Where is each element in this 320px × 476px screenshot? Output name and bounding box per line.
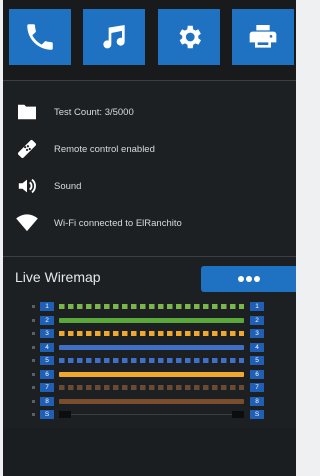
pin-label-left: S <box>40 410 54 419</box>
pair-tick <box>32 305 35 308</box>
pin-label-left: 8 <box>40 396 54 406</box>
wire-pair-row: 66 <box>3 369 296 380</box>
wifi-row: Wi-Fi connected to ElRanchito <box>3 205 296 241</box>
wiremap-title: Live Wiremap <box>15 269 101 285</box>
wifi-icon <box>15 211 39 235</box>
pair-tick <box>32 399 35 403</box>
music-button[interactable] <box>83 9 145 65</box>
wire-pair-row: 33 <box>3 329 296 339</box>
pin-label-left: 1 <box>40 302 54 311</box>
pair-tick <box>32 386 35 389</box>
pin-label-left: 2 <box>40 315 54 325</box>
more-dots-icon <box>237 276 260 282</box>
folder-icon <box>15 100 39 124</box>
wifi-label: Wi-Fi connected to ElRanchito <box>54 217 182 229</box>
wire <box>59 385 244 390</box>
pin-label-left: 3 <box>40 329 54 338</box>
pair-tick <box>32 332 35 335</box>
wire-pair-row: 22 <box>3 315 296 326</box>
wiremap-more-button[interactable] <box>201 266 296 292</box>
wire <box>59 358 244 363</box>
pair-tick <box>32 318 35 322</box>
divider <box>3 256 296 257</box>
wire-pair-row: 11 <box>3 302 296 312</box>
wire <box>59 317 244 323</box>
pin-label-right: S <box>250 410 264 419</box>
pin-label-left: 7 <box>40 383 54 392</box>
pin-label-right: 5 <box>250 356 264 365</box>
wire-pair-row: 88 <box>3 396 296 407</box>
wire <box>59 398 244 404</box>
pin-label-right: 4 <box>250 342 264 352</box>
pair-tick <box>32 413 35 416</box>
pin-label-right: 7 <box>250 383 264 392</box>
phone-icon <box>23 20 57 54</box>
wire <box>59 371 244 377</box>
pair-tick <box>32 372 35 376</box>
device-screen: Test Count: 3/5000 Remote control enable… <box>3 0 296 476</box>
wire-pair-row: SS <box>3 410 296 420</box>
settings-button[interactable] <box>158 9 220 65</box>
wire <box>59 331 244 336</box>
pair-tick <box>32 359 35 362</box>
remote-control-icon <box>15 137 39 161</box>
wire-pair-row: 44 <box>3 342 296 353</box>
test-count-row: Test Count: 3/5000 <box>3 94 296 130</box>
pin-label-right: 1 <box>250 302 264 311</box>
pin-label-right: 3 <box>250 329 264 338</box>
pin-label-right: 8 <box>250 396 264 406</box>
sound-label: Sound <box>54 180 82 192</box>
print-button[interactable] <box>232 9 294 65</box>
remote-control-row: Remote control enabled <box>3 131 296 167</box>
top-toolbar <box>3 0 296 80</box>
phone-button[interactable] <box>9 9 71 65</box>
printer-icon <box>247 21 279 53</box>
pin-label-right: 6 <box>250 369 264 379</box>
speaker-icon <box>15 174 39 198</box>
footer-area <box>3 428 296 476</box>
music-note-icon <box>98 21 130 53</box>
pin-label-left: 5 <box>40 356 54 365</box>
shield-end-right <box>232 411 244 418</box>
wire <box>59 304 244 309</box>
divider <box>3 80 296 81</box>
wire <box>59 411 244 418</box>
remote-control-label: Remote control enabled <box>54 143 155 155</box>
pin-label-left: 6 <box>40 369 54 379</box>
sound-row: Sound <box>3 168 296 204</box>
test-count-label: Test Count: 3/5000 <box>54 106 134 118</box>
wire-pair-row: 55 <box>3 356 296 366</box>
wire <box>59 344 244 350</box>
shield-end-left <box>59 411 71 418</box>
pin-label-right: 2 <box>250 315 264 325</box>
pin-label-left: 4 <box>40 342 54 352</box>
gear-icon <box>174 22 204 52</box>
pair-tick <box>32 345 35 349</box>
wire-pair-row: 77 <box>3 383 296 393</box>
